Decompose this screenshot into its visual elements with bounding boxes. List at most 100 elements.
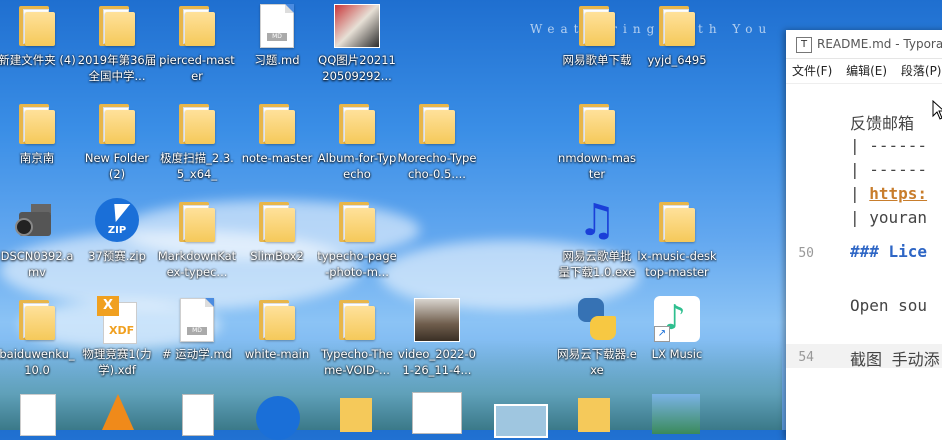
folder-icon bbox=[19, 300, 55, 340]
desktop-icon-folder[interactable]: pierced-master bbox=[157, 2, 237, 97]
editor-link[interactable]: https: bbox=[869, 184, 927, 203]
typora-window[interactable]: T README.md - Typora 文件(F) 编辑(E) 段落(P) 反馈… bbox=[786, 30, 942, 440]
desktop-icon-label: 南京南 bbox=[19, 151, 55, 165]
desktop-icon-md-file[interactable]: MD # 运动学.md bbox=[157, 296, 237, 391]
desktop-icon-folder[interactable]: 2019年第36届全国中学... bbox=[77, 2, 157, 97]
desktop-icon-exe[interactable]: ♫ 网易云歌单批量下载1.0.exe bbox=[557, 198, 637, 293]
desktop-icon-label: 习题.md bbox=[254, 53, 300, 67]
desktop-icon-zip[interactable]: ZIP 37预赛.zip bbox=[77, 198, 157, 293]
desktop-icon-folder[interactable]: note-master bbox=[237, 100, 317, 195]
desktop-icon-exe[interactable]: 网易云下载器.exe bbox=[557, 296, 637, 391]
document-icon: MD bbox=[180, 298, 214, 342]
desktop-icon-label: Morecho-Typecho-0.5.... bbox=[397, 151, 477, 181]
editor-line: | https: bbox=[850, 184, 928, 203]
desktop-icon-label: 物理竞赛1(力学).xdf bbox=[82, 347, 152, 377]
lx-music-icon: ♪ ↗ bbox=[654, 296, 700, 342]
desktop-icon-video-camera[interactable]: DSCN0392.amv bbox=[0, 198, 77, 293]
desktop-icon-shortcut[interactable]: ♪ ↗ LX Music bbox=[637, 296, 717, 391]
folder-icon[interactable] bbox=[578, 398, 610, 432]
desktop-icon-label: baiduwenku_10.0 bbox=[0, 347, 75, 377]
folder-icon bbox=[339, 202, 375, 242]
desktop-icon-image[interactable]: QQ图片2021120509292... bbox=[317, 2, 397, 97]
desktop-icon-folder[interactable]: Typecho-Theme-VOID-... bbox=[317, 296, 397, 391]
vlc-icon[interactable] bbox=[102, 394, 134, 430]
menu-file[interactable]: 文件(F) bbox=[792, 64, 832, 78]
desktop-icon-label: nmdown-master bbox=[558, 151, 636, 181]
folder-icon[interactable] bbox=[340, 398, 372, 432]
desktop-icon-label: lx-music-desktop-master bbox=[637, 249, 717, 279]
menu-edit[interactable]: 编辑(E) bbox=[846, 64, 887, 78]
editor-line: | ------ bbox=[850, 160, 928, 179]
folder-icon bbox=[99, 104, 135, 144]
line-number: 54 bbox=[798, 350, 814, 365]
desktop-icon-folder[interactable]: lx-music-desktop-master bbox=[637, 198, 717, 293]
document-icon: MD bbox=[260, 4, 294, 48]
desktop-icon-label: 2019年第36届全国中学... bbox=[77, 53, 157, 83]
window-titlebar[interactable]: T README.md - Typora bbox=[786, 30, 942, 59]
desktop-icon-folder[interactable]: Album-for-Typecho bbox=[317, 100, 397, 195]
desktop-icon-folder[interactable]: 网易歌单下载 bbox=[557, 2, 637, 97]
desktop-icon-label: white-main bbox=[244, 347, 310, 361]
folder-icon bbox=[579, 104, 615, 144]
desktop-icon-video[interactable]: video_2022-01-26_11-4... bbox=[397, 296, 477, 391]
editor-line: 反馈邮箱 bbox=[850, 114, 915, 133]
desktop-icon-folder[interactable]: nmdown-master bbox=[557, 100, 637, 195]
desktop-icon-label: SlimBox2 bbox=[250, 249, 304, 263]
folder-icon bbox=[419, 104, 455, 144]
folder-icon bbox=[19, 104, 55, 144]
folder-icon bbox=[259, 202, 295, 242]
line-number: 50 bbox=[798, 246, 814, 261]
desktop-icon-folder[interactable]: 南京南 bbox=[0, 100, 77, 195]
folder-icon bbox=[99, 6, 135, 46]
window-title: README.md - Typora bbox=[817, 37, 942, 51]
desktop-icon-folder[interactable]: New Folder (2) bbox=[77, 100, 157, 195]
desktop-icon-label: 37预赛.zip bbox=[88, 249, 146, 263]
python-exe-icon bbox=[574, 296, 620, 342]
desktop-icon-label: 网易云歌单批量下载1.0.exe bbox=[558, 249, 636, 279]
camera-icon bbox=[15, 200, 59, 242]
desktop-icon-label: LX Music bbox=[651, 347, 703, 361]
desktop-icon-folder[interactable]: white-main bbox=[237, 296, 317, 391]
typora-app-icon: T bbox=[796, 36, 812, 53]
menu-bar: 文件(F) 编辑(E) 段落(P) bbox=[786, 59, 942, 84]
folder-icon bbox=[179, 104, 215, 144]
image-thumbnail-icon[interactable] bbox=[652, 394, 700, 434]
xdf-file-icon: X XDF bbox=[97, 296, 137, 344]
desktop-icon-folder[interactable]: typecho-page-photo-m... bbox=[317, 198, 397, 293]
folder-icon bbox=[179, 202, 215, 242]
menu-paragraph[interactable]: 段落(P) bbox=[901, 64, 942, 78]
editor-line: 截图 手动添 bbox=[850, 350, 940, 369]
editor-line: | youran bbox=[850, 208, 928, 227]
folder-icon bbox=[179, 6, 215, 46]
desktop-icon-folder[interactable]: MarkdownKatex-typec... bbox=[157, 198, 237, 293]
desktop-icon-label: MarkdownKatex-typec... bbox=[157, 249, 237, 279]
music-note-icon: ♫ bbox=[577, 195, 617, 246]
desktop-icon-folder[interactable]: 新建文件夹 (4) bbox=[0, 2, 77, 97]
folder-icon bbox=[259, 300, 295, 340]
desktop-icon-folder[interactable]: SlimBox2 bbox=[237, 198, 317, 293]
desktop-icon-folder[interactable]: Morecho-Typecho-0.5.... bbox=[397, 100, 477, 195]
desktop-icon-label: 新建文件夹 (4) bbox=[0, 53, 76, 67]
zip-archive-icon[interactable] bbox=[256, 396, 300, 440]
desktop-icon-label: Typecho-Theme-VOID-... bbox=[321, 347, 393, 377]
video-thumbnail-icon bbox=[414, 298, 460, 342]
editor-heading-line: ### Lice bbox=[850, 242, 928, 261]
desktop-icon-label: DSCN0392.amv bbox=[0, 249, 74, 279]
desktop-icon-label: pierced-master bbox=[159, 53, 235, 83]
desktop-icon-label: yyjd_6495 bbox=[647, 53, 707, 67]
desktop-icon-label: 网易云下载器.exe bbox=[557, 347, 637, 377]
image-thumbnail-icon[interactable] bbox=[494, 404, 548, 438]
desktop-icon-folder[interactable]: yyjd_6495 bbox=[637, 2, 717, 97]
desktop-icon-folder[interactable]: baiduwenku_10.0 bbox=[0, 296, 77, 391]
desktop-icon-md-file[interactable]: MD 习题.md bbox=[237, 2, 317, 97]
editor-line: | ------ bbox=[850, 136, 928, 155]
editor-line: Open sou bbox=[850, 296, 928, 315]
desktop-icon-folder[interactable]: 极度扫描_2.3.5_x64_ bbox=[157, 100, 237, 195]
zip-archive-icon: ZIP bbox=[95, 198, 139, 242]
desktop-icon-label: QQ图片2021120509292... bbox=[318, 53, 396, 83]
folder-icon bbox=[579, 6, 615, 46]
mouse-cursor-icon bbox=[932, 100, 942, 120]
desktop-icon-label: Album-for-Typecho bbox=[317, 151, 397, 181]
document-icon[interactable] bbox=[412, 392, 462, 434]
desktop-icon-xdf[interactable]: X XDF 物理竞赛1(力学).xdf bbox=[77, 296, 157, 391]
